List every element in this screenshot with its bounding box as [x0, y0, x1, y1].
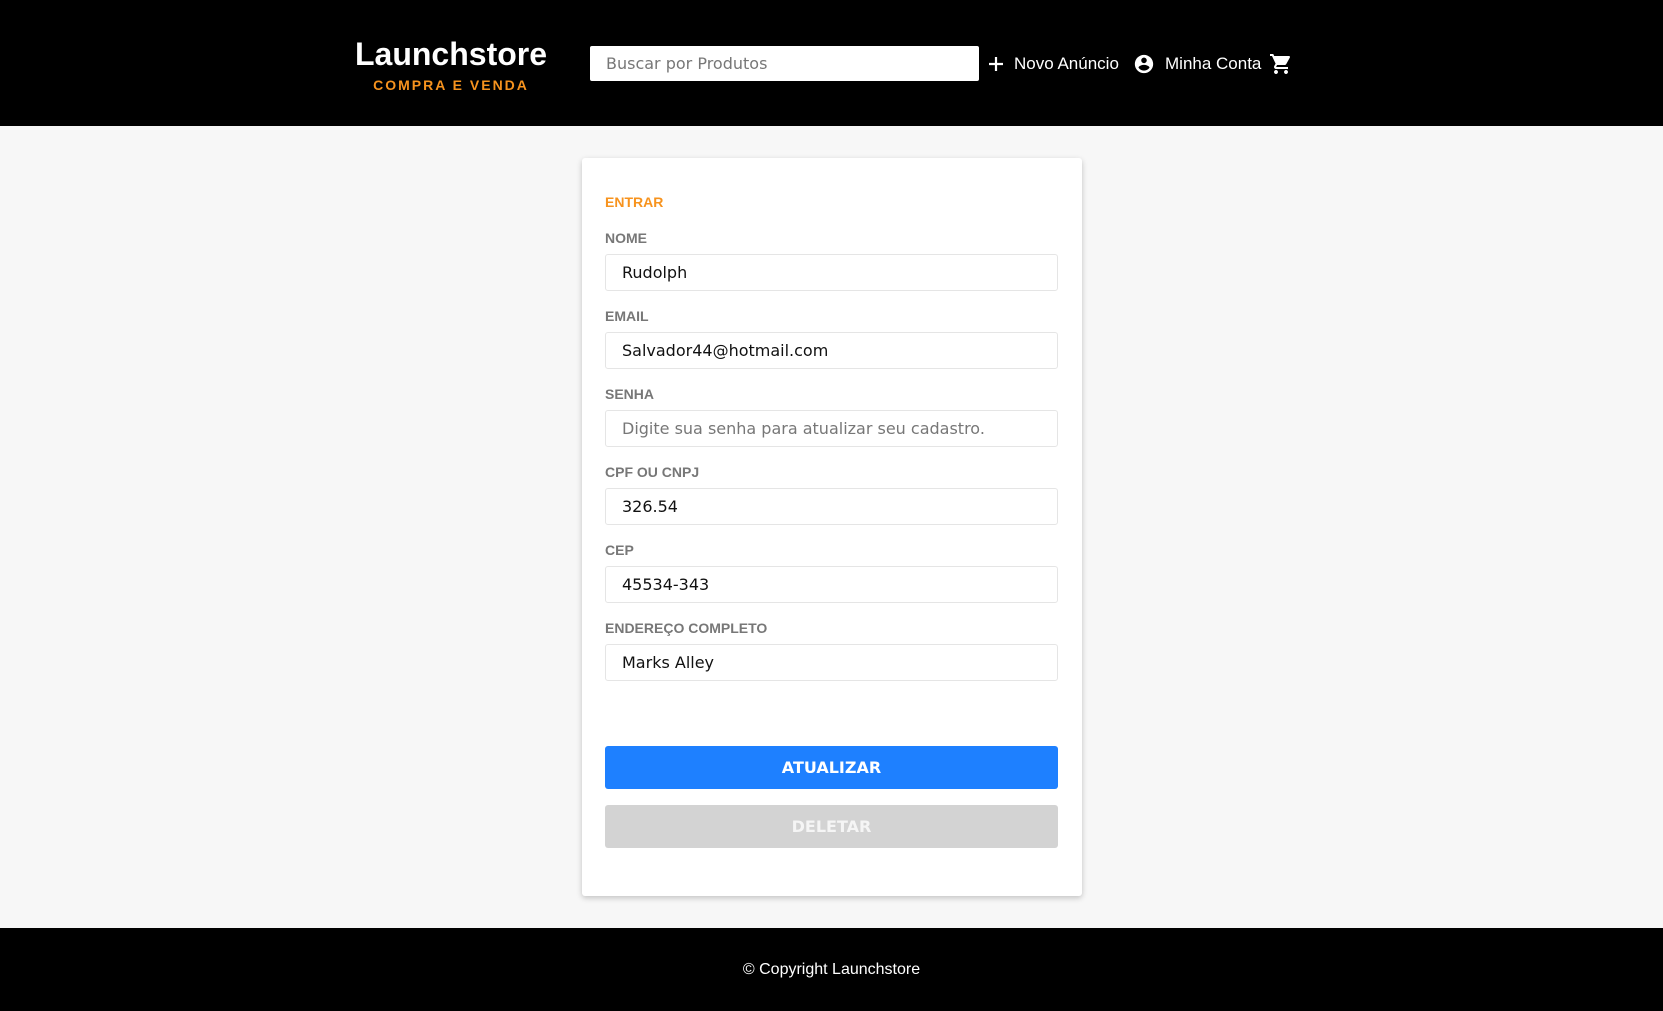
account-circle-icon — [1133, 53, 1155, 75]
new-ad-link[interactable]: Novo Anúncio — [988, 46, 1119, 81]
search-input[interactable] — [590, 46, 979, 81]
my-account-link[interactable]: Minha Conta — [1133, 46, 1261, 81]
cpf-cnpj-label: CPF OU CNPJ — [605, 464, 700, 480]
name-label: NOME — [605, 230, 647, 246]
logo[interactable]: Launchstore COMPRA E VENDA — [340, 32, 562, 94]
plus-icon — [988, 56, 1004, 72]
address-label: ENDEREÇO COMPLETO — [605, 620, 768, 636]
name-field[interactable] — [605, 254, 1058, 291]
account-form-card: ENTRAR NOME EMAIL SENHA CPF OU CNPJ CEP … — [582, 158, 1082, 896]
new-ad-label: Novo Anúncio — [1014, 53, 1119, 73]
logo-title: Launchstore — [354, 36, 548, 72]
form-heading: ENTRAR — [605, 194, 664, 210]
site-footer: © Copyright Launchstore — [0, 928, 1663, 1011]
email-label: EMAIL — [605, 308, 649, 324]
logo-subtitle: COMPRA E VENDA — [373, 77, 529, 93]
password-label: SENHA — [605, 386, 655, 402]
password-field[interactable] — [605, 410, 1058, 447]
copyright-text: © Copyright Launchstore — [742, 960, 921, 978]
my-account-label: Minha Conta — [1165, 53, 1262, 73]
cart-link[interactable] — [1269, 46, 1293, 81]
cep-field[interactable] — [605, 566, 1058, 603]
site-header: Launchstore COMPRA E VENDA Novo Anúncio … — [0, 0, 1663, 126]
address-field[interactable] — [605, 644, 1058, 681]
delete-button[interactable]: DELETAR — [605, 805, 1058, 848]
shopping-cart-icon — [1269, 52, 1293, 76]
email-field[interactable] — [605, 332, 1058, 369]
cep-label: CEP — [605, 542, 634, 558]
cpf-cnpj-field[interactable] — [605, 488, 1058, 525]
update-button[interactable]: ATUALIZAR — [605, 746, 1058, 789]
